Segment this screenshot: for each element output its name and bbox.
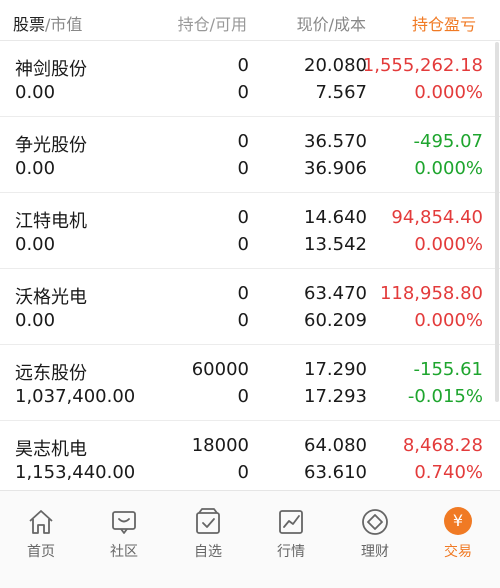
tab-community[interactable]: 社区 [84,507,164,561]
header-price-cost[interactable]: 现价/成本 [297,11,366,35]
market-value: 0.00 [15,82,56,103]
market-chart-icon [279,510,303,534]
holding-row[interactable]: 江特电机 0 14.640 94,854.40 0.00 0 13.542 0.… [0,193,500,269]
stock-name: 远东股份 [15,363,87,384]
tab-label: 自选 [194,544,222,560]
current-price: 64.080 [304,435,367,456]
header-stock-market-value[interactable]: 股票/市值 [13,11,82,35]
holding-row[interactable]: 神剑股份 0 20.080 1,555,262.18 0.00 0 7.567 … [0,41,500,117]
position-qty: 0 [237,131,249,152]
holding-row[interactable]: 沃格光电 0 63.470 118,958.80 0.00 0 60.209 0… [0,269,500,345]
tab-watchlist[interactable]: 自选 [168,507,248,561]
header-profit-loss[interactable]: 持仓盈亏 [412,11,476,35]
profit-loss: 94,854.40 [391,207,483,228]
available-qty: 0 [237,82,249,103]
holding-row[interactable]: 昊志机电 18000 64.080 8,468.28 1,153,440.00 … [0,421,500,497]
holding-row[interactable]: 远东股份 60000 17.290 -155.61 1,037,400.00 0… [0,345,500,421]
stock-name: 神剑股份 [15,59,87,80]
tab-home[interactable]: 首页 [1,507,81,561]
market-value: 0.00 [15,234,56,255]
tab-label: 理财 [361,544,389,560]
tab-wealth[interactable]: 理财 [335,507,415,561]
tab-label: 首页 [27,544,55,560]
cost-price: 17.293 [304,386,367,407]
position-qty: 18000 [191,435,249,456]
position-qty: 0 [237,207,249,228]
yen-coin-icon: ¥ [444,507,472,535]
current-price: 14.640 [304,207,367,228]
community-icon [112,511,136,534]
available-qty: 0 [237,462,249,483]
header-stock-label: 股票 [13,15,46,34]
current-price: 63.470 [304,283,367,304]
cost-price: 13.542 [304,234,367,255]
tab-label: 行情 [277,544,305,560]
profit-loss: 1,555,262.18 [362,55,483,76]
profit-loss: 8,468.28 [402,435,483,456]
available-qty: 0 [237,386,249,407]
available-qty: 0 [237,310,249,331]
cost-price: 7.567 [315,82,367,103]
tab-label: 社区 [110,544,138,560]
profit-loss-pct: 0.000% [414,310,483,331]
tab-label: 交易 [444,544,472,560]
position-qty: 60000 [191,359,249,380]
stock-name: 江特电机 [15,211,87,232]
market-value: 1,037,400.00 [15,386,136,407]
bottom-tab-bar: 首页 社区 自选 行情 理财 ¥ 交易 [0,490,500,588]
current-price: 20.080 [304,55,367,76]
watchlist-icon [196,508,220,534]
market-value: 1,153,440.00 [15,462,136,483]
home-icon [29,510,53,534]
tab-trade[interactable]: ¥ 交易 [418,507,498,561]
available-qty: 0 [237,158,249,179]
cost-price: 63.610 [304,462,367,483]
profit-loss-pct: -0.015% [407,386,483,407]
cost-price: 36.906 [304,158,367,179]
position-qty: 0 [237,55,249,76]
current-price: 17.290 [304,359,367,380]
current-price: 36.570 [304,131,367,152]
market-value: 0.00 [15,310,56,331]
profit-loss: -155.61 [413,359,483,380]
position-qty: 0 [237,283,249,304]
profit-loss-pct: 0.000% [414,234,483,255]
wealth-diamond-icon [362,509,388,535]
tab-market[interactable]: 行情 [251,507,331,561]
cost-price: 60.209 [304,310,367,331]
profit-loss: -495.07 [413,131,483,152]
stock-name: 争光股份 [15,135,87,156]
list-scrollbar[interactable] [495,42,499,402]
profit-loss-pct: 0.000% [414,82,483,103]
header-position-available[interactable]: 持仓/可用 [178,11,247,35]
stock-name: 沃格光电 [15,287,87,308]
profit-loss: 118,958.80 [379,283,483,304]
profit-loss-pct: 0.000% [414,158,483,179]
profit-loss-pct: 0.740% [414,462,483,483]
stock-name: 昊志机电 [15,439,87,460]
holding-row[interactable]: 争光股份 0 36.570 -495.07 0.00 0 36.906 0.00… [0,117,500,193]
holdings-header: 股票/市值 持仓/可用 现价/成本 持仓盈亏 [0,0,500,41]
market-value: 0.00 [15,158,56,179]
holdings-list: 神剑股份 0 20.080 1,555,262.18 0.00 0 7.567 … [0,41,500,497]
available-qty: 0 [237,234,249,255]
header-market-value-label: 市值 [50,15,83,34]
